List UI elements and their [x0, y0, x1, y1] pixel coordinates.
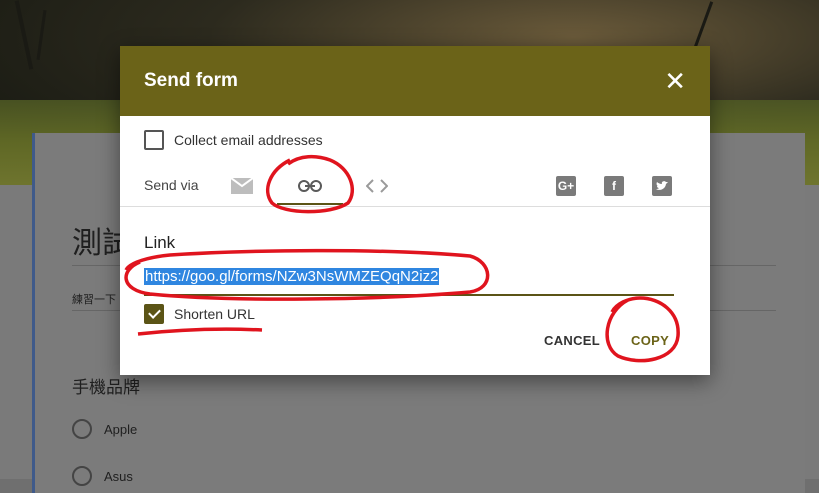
collect-email-checkbox[interactable] [144, 130, 164, 150]
dialog-title: Send form [144, 70, 238, 91]
link-icon [298, 180, 322, 192]
tab-email[interactable] [228, 166, 256, 206]
tab-embed[interactable] [363, 166, 391, 206]
option-asus[interactable]: Asus [72, 466, 133, 486]
link-value[interactable]: https://goo.gl/forms/NZw3NsWMZEQqN2iz2 [144, 268, 440, 285]
mail-icon [231, 178, 253, 194]
option-label: Asus [104, 468, 133, 484]
active-tab-indicator [277, 203, 343, 205]
close-icon[interactable]: ✕ [664, 68, 686, 94]
shorten-url-label: Shorten URL [174, 306, 255, 322]
dialog-divider [120, 206, 710, 207]
radio-icon[interactable] [72, 419, 92, 439]
option-label: Apple [104, 421, 138, 437]
option-apple[interactable]: Apple [72, 419, 137, 439]
copy-button[interactable]: COPY [631, 333, 669, 348]
shorten-url-row[interactable]: Shorten URL [144, 304, 255, 324]
google-plus-icon[interactable]: G+ [556, 176, 576, 196]
twitter-icon[interactable] [652, 176, 672, 196]
twitter-bird-icon [656, 181, 668, 190]
facebook-icon[interactable]: f [604, 176, 624, 196]
radio-icon[interactable] [72, 466, 92, 486]
link-label: Link [144, 233, 176, 252]
form-description: 練習一下 [72, 293, 116, 306]
send-form-dialog: Send form ✕ Collect email addresses Send… [120, 46, 710, 375]
link-input[interactable]: https://goo.gl/forms/NZw3NsWMZEQqN2iz2 [144, 268, 674, 296]
send-via-label: Send via [144, 177, 199, 193]
dialog-header: Send form ✕ [120, 46, 710, 116]
embed-icon [366, 179, 388, 193]
collect-email-row[interactable]: Collect email addresses [144, 130, 323, 150]
tab-link[interactable] [292, 166, 328, 206]
collect-email-label: Collect email addresses [174, 132, 323, 148]
question-title: 手機品牌 [72, 378, 140, 398]
cancel-button[interactable]: CANCEL [544, 333, 600, 348]
shorten-url-checkbox[interactable] [144, 304, 164, 324]
